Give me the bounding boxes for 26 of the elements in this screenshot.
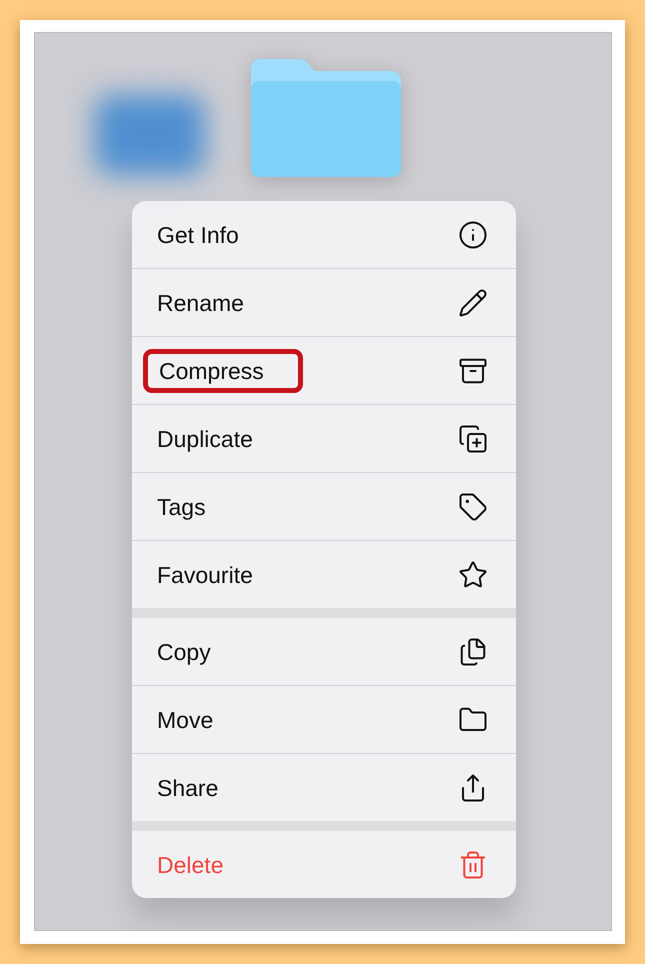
folder-icon xyxy=(251,59,401,177)
menu-label: Rename xyxy=(157,288,244,316)
menu-label: Get Info xyxy=(157,220,239,248)
menu-item[interactable]: Get Info xyxy=(132,201,516,268)
menu-item[interactable]: Compress xyxy=(132,336,516,404)
menu-label: Move xyxy=(157,706,214,734)
menu-label: Favourite xyxy=(157,560,253,588)
menu-label: Delete xyxy=(157,850,224,878)
menu-label: Copy xyxy=(157,638,211,666)
menu-item[interactable]: Rename xyxy=(132,268,516,336)
menu-label: Duplicate xyxy=(157,424,253,452)
menu-item[interactable]: Tags xyxy=(132,472,516,540)
menu-item[interactable]: Duplicate xyxy=(132,404,516,472)
tag-icon xyxy=(458,492,488,522)
menu-label: Share xyxy=(157,774,218,802)
info-icon xyxy=(458,220,488,250)
menu-item[interactable]: Copy xyxy=(132,618,516,685)
menu-label: Tags xyxy=(157,492,206,520)
duplicate-icon xyxy=(458,424,488,454)
trash-icon xyxy=(458,850,488,880)
documents-icon xyxy=(458,636,488,666)
pencil-icon xyxy=(458,288,488,318)
highlighted-menu-label: Compress xyxy=(143,348,303,392)
menu-item[interactable]: Move xyxy=(132,685,516,753)
star-icon xyxy=(458,560,488,590)
blurred-folder-icon xyxy=(95,95,205,175)
